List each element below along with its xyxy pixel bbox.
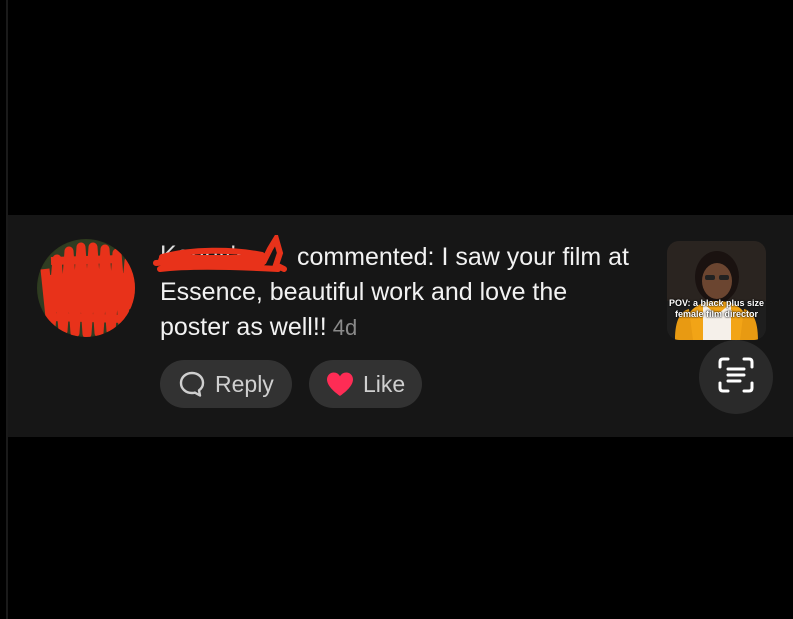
heart-icon	[325, 370, 355, 398]
video-thumbnail[interactable]: POV: a black plus size female film direc…	[667, 241, 766, 340]
like-button[interactable]: Like	[309, 360, 422, 408]
like-label: Like	[363, 370, 406, 397]
avatar[interactable]	[37, 239, 135, 337]
reply-button[interactable]: Reply	[160, 360, 292, 408]
reply-label: Reply	[215, 370, 274, 397]
username-redaction-scribble	[153, 235, 287, 272]
comment-text[interactable]: Kenny's commented: I saw your film at Es…	[153, 235, 640, 345]
scan-text-button[interactable]	[699, 340, 773, 414]
speech-bubble-icon	[178, 370, 206, 398]
thumbnail-caption: POV: a black plus size female film direc…	[668, 298, 765, 319]
timestamp: 4d	[332, 315, 358, 340]
thumbnail-image	[667, 241, 766, 340]
comment-notification-card[interactable]: Kenny's commented: I saw your film at Es…	[8, 215, 793, 437]
redacted-avatar-scribble	[38, 240, 135, 337]
text-scan-icon	[716, 355, 756, 400]
commenter-username[interactable]: Kenny's	[153, 235, 290, 275]
